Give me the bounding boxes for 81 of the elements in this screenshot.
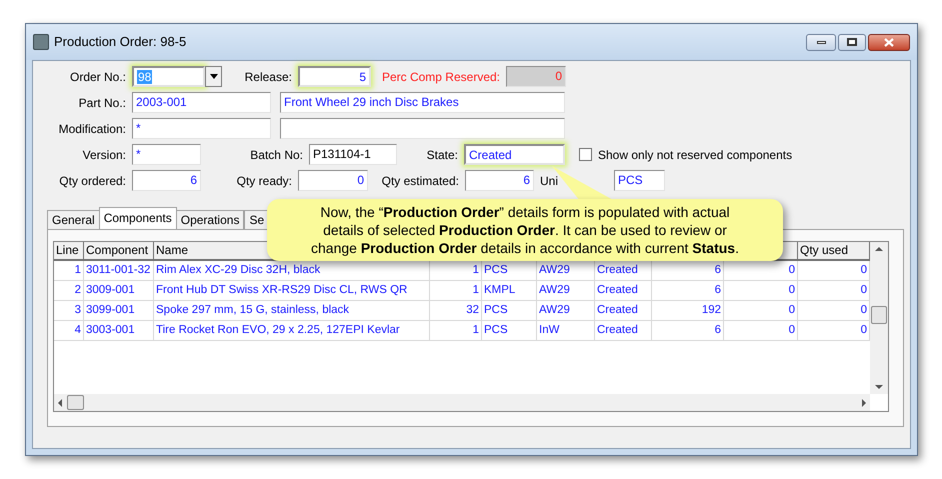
table-cell: InW <box>537 321 595 341</box>
tab[interactable]: Operations <box>176 210 244 229</box>
table-cell: AW29 <box>537 301 595 321</box>
text-field[interactable]: * <box>132 118 271 139</box>
scroll-left-icon[interactable] <box>58 398 62 406</box>
scroll-down-icon[interactable] <box>875 385 883 389</box>
tab[interactable]: General <box>47 210 100 229</box>
text-field[interactable] <box>280 118 565 139</box>
table-cell: 3009-001 <box>84 281 154 301</box>
field-label: Qty estimated: <box>380 172 460 190</box>
text-field[interactable]: 5 <box>298 66 371 87</box>
table-cell: 0 <box>724 281 798 301</box>
selected-text: 98 <box>137 70 152 84</box>
field-label: Qty ready: <box>236 172 293 190</box>
table-cell: KMPL <box>482 281 537 301</box>
field-label: State: <box>426 146 459 164</box>
field-label: Uni <box>540 172 558 190</box>
table-cell: 2 <box>54 281 84 301</box>
close-button[interactable] <box>868 34 910 50</box>
text-field[interactable]: * <box>132 144 201 165</box>
table-cell: 3003-001 <box>84 321 154 341</box>
table-cell: 32 <box>430 301 482 321</box>
field-label: Order No.: <box>68 68 127 86</box>
field-label: Perc Comp Reserved: <box>380 68 501 86</box>
column-header[interactable]: Qty used <box>800 243 848 257</box>
table-cell: 3 <box>54 301 84 321</box>
field-label: Qty ordered: <box>58 172 127 190</box>
app-icon <box>33 34 49 50</box>
column-header[interactable]: Name <box>156 243 188 257</box>
table-cell: 3011-001-32 <box>84 261 154 281</box>
table-cell: 1 <box>430 321 482 341</box>
horizontal-scrollbar[interactable] <box>54 394 870 411</box>
table-cell: Created <box>595 281 652 301</box>
field-label: Part No.: <box>78 94 127 112</box>
minimize-button[interactable] <box>806 34 836 50</box>
scroll-right-icon[interactable] <box>862 398 866 406</box>
window-title: Production Order: 98-5 <box>54 33 186 52</box>
table-cell: 3099-001 <box>84 301 154 321</box>
scroll-up-icon[interactable] <box>875 247 883 251</box>
table-cell: 6 <box>652 281 724 301</box>
column-header[interactable]: Line <box>56 243 79 257</box>
table-cell: 6 <box>652 321 724 341</box>
callout-text: Now, the “Production Order” details form is populated with actual details of selected Production Order. It can be used to review or change Production Order details in accordance with current Status. <box>310 203 740 257</box>
table-cell: PCS <box>482 301 537 321</box>
text-field[interactable]: 6 <box>465 170 534 191</box>
table-cell: 0 <box>724 301 798 321</box>
text-field[interactable]: 6 <box>132 170 201 191</box>
table-cell: Created <box>595 321 652 341</box>
text-field[interactable]: PCS <box>614 170 666 191</box>
column-header[interactable]: Component <box>86 243 148 257</box>
tab[interactable]: Se <box>244 210 270 229</box>
text-field[interactable]: P131104-1 <box>309 144 397 165</box>
table-cell: Front Hub DT Swiss XR-RS29 Disc CL, RWS QR <box>154 281 430 301</box>
table-cell: PCS <box>482 321 537 341</box>
tab[interactable]: Components <box>98 207 177 229</box>
field-label: Version: <box>82 146 127 164</box>
dropdown-button[interactable] <box>205 66 222 87</box>
close-icon <box>884 38 894 46</box>
table-cell: 1 <box>54 261 84 281</box>
table-cell: 4 <box>54 321 84 341</box>
text-field[interactable]: Front Wheel 29 inch Disc Brakes <box>280 92 565 113</box>
table-cell: AW29 <box>537 281 595 301</box>
scroll-thumb[interactable] <box>871 306 887 324</box>
checkbox-label: Show only not reserved components <box>598 146 792 164</box>
vertical-scrollbar[interactable] <box>870 242 888 394</box>
table-cell: Tire Rocket Ron EVO, 29 x 2.25, 127EPI Kevlar <box>154 321 430 341</box>
table-cell: 1 <box>430 281 482 301</box>
text-field[interactable]: 2003-001 <box>132 92 271 113</box>
maximize-button[interactable] <box>838 34 866 50</box>
state-field[interactable]: Created <box>464 144 565 165</box>
scroll-thumb[interactable] <box>67 395 84 410</box>
checkbox[interactable] <box>579 148 592 161</box>
text-field[interactable]: 0 <box>298 170 368 191</box>
caret-icon <box>210 74 218 79</box>
field-label: Batch No: <box>249 146 304 164</box>
field-label: Release: <box>244 68 293 86</box>
table-cell: Spoke 297 mm, 15 G, stainless, black <box>154 301 430 321</box>
table-cell: 192 <box>652 301 724 321</box>
table-cell: Created <box>595 301 652 321</box>
field-label: Modification: <box>58 120 127 138</box>
table-cell: 0 <box>724 321 798 341</box>
